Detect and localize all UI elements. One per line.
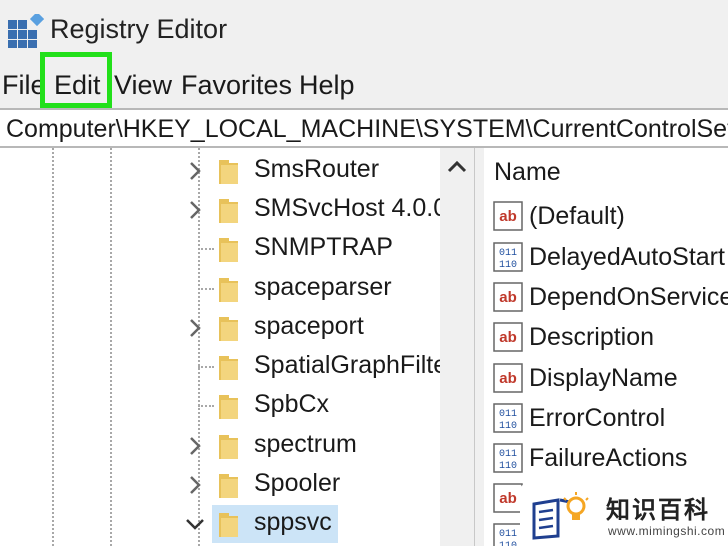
- svg-text:ab: ab: [499, 370, 517, 387]
- tree-connector: [198, 366, 214, 368]
- tree-connector: [198, 248, 214, 250]
- edit-menu-highlight: [40, 52, 112, 108]
- svg-text:110: 110: [499, 421, 517, 432]
- book-lightbulb-logo-icon: [532, 492, 589, 540]
- folder-icon: [219, 278, 238, 302]
- registry-editor-icon: [8, 14, 44, 48]
- chevron-up-icon[interactable]: [446, 156, 468, 178]
- value-row[interactable]: 011 110 FailureActions: [484, 438, 728, 478]
- chevron-right-icon[interactable]: [184, 435, 206, 457]
- tree-connector: [198, 288, 214, 290]
- value-row[interactable]: ab Description: [484, 317, 728, 357]
- svg-text:ab: ab: [499, 208, 517, 225]
- svg-text:110: 110: [499, 260, 517, 271]
- value-row[interactable]: ab DisplayName: [484, 358, 728, 398]
- tree-item-snmptrap[interactable]: SNMPTRAP: [0, 230, 440, 268]
- tree-item-spaceparser[interactable]: spaceparser: [0, 270, 440, 308]
- string-value-icon: ab: [493, 282, 523, 312]
- svg-text:110: 110: [499, 461, 517, 472]
- svg-text:011: 011: [499, 409, 517, 420]
- chevron-right-icon[interactable]: [184, 160, 206, 182]
- value-name: DisplayName: [529, 364, 678, 392]
- tree-item-label: spectrum: [254, 430, 357, 458]
- key-tree-pane[interactable]: SmsRouter SMSvcHost 4.0.0.0 SNMPTRAP spa…: [0, 148, 474, 546]
- pane-splitter[interactable]: [474, 148, 484, 546]
- string-value-icon: ab: [493, 363, 523, 393]
- string-value-icon: ab: [493, 322, 523, 352]
- window-title: Registry Editor: [50, 14, 228, 44]
- value-name: ErrorControl: [529, 404, 666, 432]
- value-name: FailureActions: [529, 444, 688, 472]
- folder-icon: [219, 474, 238, 498]
- column-header-name[interactable]: Name: [494, 158, 561, 187]
- tree-item-sppsvc[interactable]: sppsvc: [0, 505, 440, 543]
- folder-icon: [219, 160, 238, 184]
- tree-item-spatialgraphfilter[interactable]: SpatialGraphFilter: [0, 348, 455, 386]
- tree-item-spbcx[interactable]: SpbCx: [0, 387, 440, 425]
- tree-item-label: spaceparser: [254, 273, 392, 301]
- tree-item-label: SmsRouter: [254, 155, 380, 183]
- chevron-right-icon[interactable]: [184, 317, 206, 339]
- binary-value-icon: 011110: [493, 403, 523, 433]
- tree-item-label: sppsvc: [254, 508, 332, 536]
- value-row[interactable]: 011 110 ErrorControl: [484, 398, 728, 438]
- string-value-icon: ab: [493, 201, 523, 231]
- folder-open-icon: [219, 513, 238, 537]
- value-row[interactable]: 011 110 DelayedAutoStart: [484, 237, 728, 277]
- tree-item-label: SMSvcHost 4.0.0.0: [254, 194, 468, 222]
- binary-value-icon: 011110: [493, 443, 523, 473]
- svg-text:011: 011: [499, 449, 517, 460]
- tree-scrollbar[interactable]: [440, 148, 474, 546]
- tree-item-label: Spooler: [254, 469, 341, 497]
- tree-item-label: spaceport: [254, 312, 364, 340]
- folder-icon: [219, 238, 238, 262]
- tree-item-label: SNMPTRAP: [254, 233, 393, 261]
- value-name: DelayedAutoStart: [529, 243, 725, 271]
- folder-icon: [219, 395, 238, 419]
- menu-file[interactable]: File: [2, 68, 46, 102]
- value-row[interactable]: ab DependOnService: [484, 277, 728, 317]
- tree-item-smsvchost[interactable]: SMSvcHost 4.0.0.0: [0, 191, 468, 229]
- address-path: Computer\HKEY_LOCAL_MACHINE\SYSTEM\Curre…: [6, 115, 728, 143]
- chevron-right-icon[interactable]: [184, 474, 206, 496]
- tree-item-spooler[interactable]: Spooler: [0, 466, 440, 504]
- value-name: DependOnService: [529, 283, 728, 311]
- menu-help[interactable]: Help: [299, 68, 355, 102]
- tree-connector: [198, 405, 214, 407]
- value-name: (Default): [529, 202, 625, 230]
- folder-icon: [219, 317, 238, 341]
- tree-item-label: SpatialGraphFilter: [254, 351, 456, 379]
- folder-icon: [219, 199, 238, 223]
- value-name: Description: [529, 323, 655, 351]
- svg-text:011: 011: [499, 248, 517, 259]
- menu-favorites[interactable]: Favorites: [181, 68, 292, 102]
- tree-item-label: SpbCx: [254, 390, 330, 418]
- svg-text:ab: ab: [499, 490, 517, 507]
- binary-value-icon: 011110: [493, 242, 523, 272]
- chevron-down-icon[interactable]: [184, 513, 206, 535]
- tree-item-smsrouter[interactable]: SmsRouter: [0, 152, 440, 190]
- svg-text:ab: ab: [499, 289, 517, 306]
- watermark-title: 知识百科: [606, 497, 710, 524]
- svg-text:011: 011: [499, 529, 517, 540]
- watermark-url: www.mimingshi.com: [608, 524, 726, 538]
- folder-icon: [219, 356, 238, 380]
- svg-text:ab: ab: [499, 329, 517, 346]
- menu-view[interactable]: View: [114, 68, 172, 102]
- value-row[interactable]: ab (Default): [484, 196, 728, 236]
- tree-item-spaceport[interactable]: spaceport: [0, 309, 440, 347]
- tree-item-spectrum[interactable]: spectrum: [0, 427, 440, 465]
- watermark: 知识百科 www.mimingshi.com: [520, 484, 728, 546]
- chevron-right-icon[interactable]: [184, 199, 206, 221]
- address-bar[interactable]: Computer\HKEY_LOCAL_MACHINE\SYSTEM\Curre…: [0, 108, 728, 148]
- folder-icon: [219, 435, 238, 459]
- svg-text:110: 110: [499, 541, 517, 546]
